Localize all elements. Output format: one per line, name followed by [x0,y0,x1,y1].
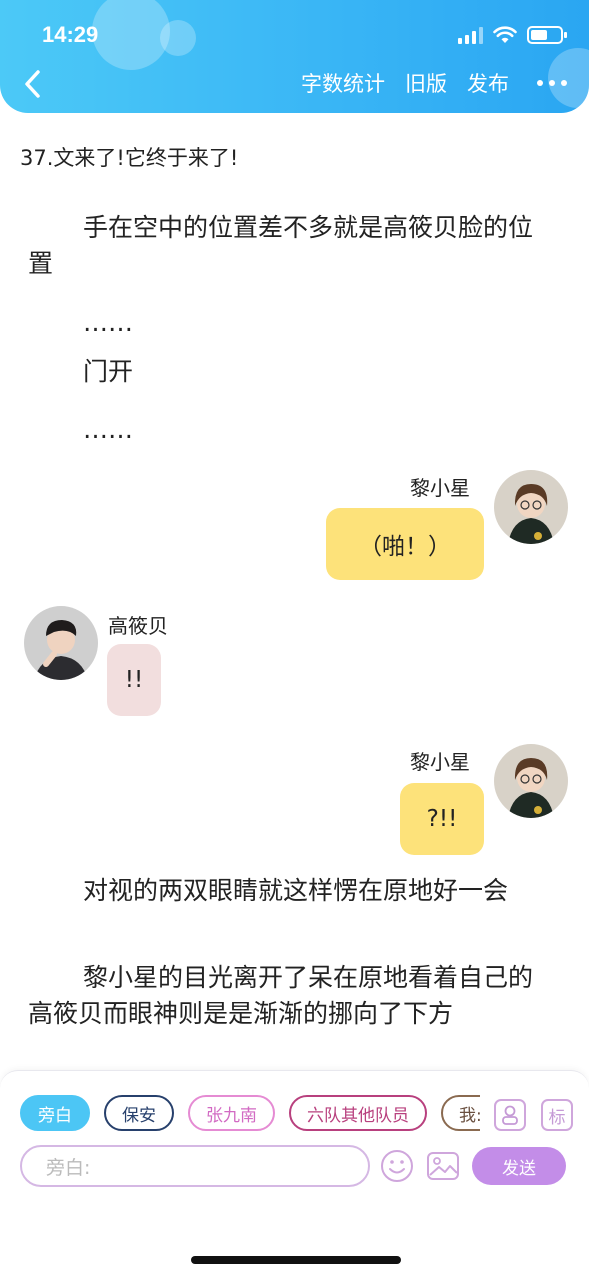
role-chips: 旁白 保安 张九南 六队其他队员 我: [20,1095,480,1133]
status-icons [458,26,567,44]
paragraph: 手在空中的位置差不多就是高筱贝脸的位置 [28,213,534,278]
chapter-title: 37.文来了!它终于来了! [20,146,239,170]
message-bubble[interactable]: ?!! [400,783,484,855]
status-time: 14:29 [42,22,99,47]
word-count-button[interactable]: 字数统计 [301,68,385,98]
send-button[interactable]: 发送 [472,1147,566,1185]
message-input[interactable]: 旁白: [20,1145,370,1187]
role-chip[interactable]: 张九南 [188,1095,275,1131]
old-version-button[interactable]: 旧版 [405,68,447,98]
top-nav: 字数统计 旧版 发布 [0,62,589,106]
role-chip-narration[interactable]: 旁白 [20,1095,90,1131]
speaker-name: 黎小星 [410,750,470,774]
battery-icon [527,26,567,44]
more-options-icon[interactable] [537,80,567,86]
paragraph: 黎小星的目光离开了呆在原地看着自己的高筱贝而眼神则是是渐渐的挪向了下方 [28,963,534,1028]
paragraph: 门开 [83,357,134,386]
role-chip[interactable]: 保安 [104,1095,174,1131]
speaker-name: 高筱贝 [108,614,168,638]
emoji-icon[interactable] [380,1149,414,1183]
avatar[interactable] [494,744,568,818]
tag-icon[interactable]: 标 [541,1099,573,1131]
publish-button[interactable]: 发布 [467,68,509,98]
avatar[interactable] [24,606,98,680]
image-icon[interactable] [426,1149,460,1183]
paragraph: …… [83,415,133,444]
back-arrow-icon[interactable] [18,66,50,102]
header-decoration [92,0,170,70]
paragraph: …… [83,308,133,337]
composer-panel: 旁白 保安 张九南 六队其他队员 我: 标 旁白: 发送 [0,1070,589,1280]
app-header: 14:29 字数统计 旧版 发布 [0,0,589,113]
avatar[interactable] [494,470,568,544]
paragraph: 对视的两双眼睛就这样愣在原地好一会 [83,876,509,905]
role-chip[interactable]: 六队其他队员 [289,1095,427,1131]
message-bubble[interactable]: !! [107,644,161,716]
message-bubble[interactable]: （啪！） [326,508,484,580]
role-manage-icon[interactable] [494,1099,526,1131]
nav-actions: 字数统计 旧版 发布 [301,68,567,98]
home-indicator[interactable] [191,1256,401,1264]
wifi-icon [493,26,517,43]
speaker-name: 黎小星 [410,476,470,500]
header-decoration [160,20,196,56]
signal-icon [458,26,483,44]
role-chip[interactable]: 我: [441,1095,480,1131]
